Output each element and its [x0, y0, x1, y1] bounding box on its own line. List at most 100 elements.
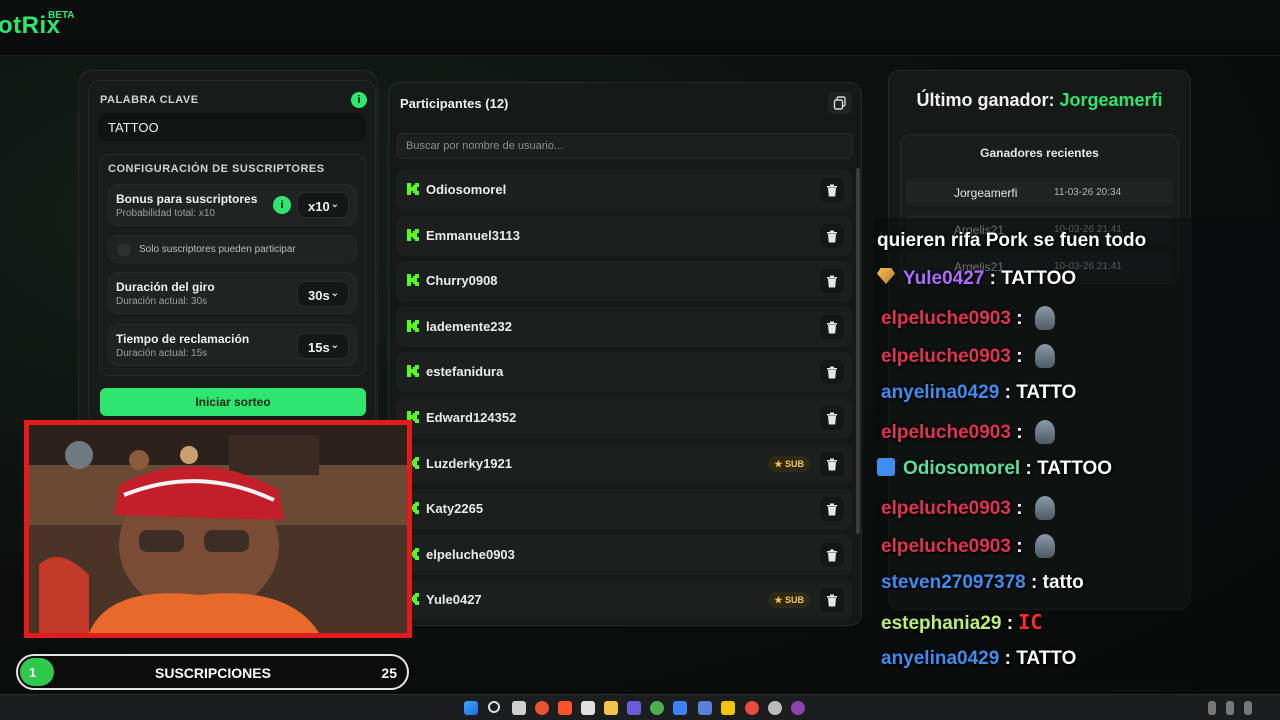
participant-row[interactable]: elpeluche0903 — [396, 534, 852, 575]
participant-row[interactable]: Edward124352 — [396, 398, 852, 438]
chat-username[interactable]: Yule0427 — [903, 268, 984, 289]
app-icon[interactable] — [627, 701, 641, 715]
chat-username[interactable]: elpeluche0903 — [881, 308, 1011, 329]
delete-button[interactable] — [820, 269, 844, 294]
delete-button[interactable] — [820, 223, 844, 248]
keyword-input[interactable]: TATTOO — [99, 113, 365, 141]
chrome-icon[interactable] — [650, 701, 664, 715]
spin-select[interactable]: 30s ⌄ — [297, 281, 349, 307]
info-icon[interactable]: i — [351, 92, 367, 108]
delete-button[interactable] — [820, 314, 844, 339]
chat-text: : — [1016, 422, 1023, 443]
copy-icon — [833, 96, 846, 110]
chat-message: elpeluche0903 : — [877, 496, 1055, 520]
browser-icon[interactable] — [535, 701, 549, 715]
task-view-icon[interactable] — [512, 701, 526, 715]
app-icon[interactable] — [721, 701, 735, 715]
bonus-info-icon[interactable]: i — [273, 196, 291, 214]
participant-row[interactable]: Churry0908 — [396, 261, 852, 302]
bonus-select[interactable]: x10 ⌄ — [297, 192, 349, 218]
participant-row[interactable]: Yule0427 ★ SUB — [396, 580, 852, 621]
participants-scrollbar[interactable] — [856, 168, 860, 534]
chat-message: elpeluche0903 : — [877, 306, 1055, 330]
chat-username[interactable]: elpeluche0903 — [881, 346, 1011, 367]
webcam-frame — [24, 420, 412, 638]
tray-icon[interactable] — [1208, 701, 1216, 715]
delete-button[interactable] — [820, 178, 844, 202]
kick-icon — [407, 183, 419, 195]
sub-badge-label: SUB — [784, 595, 804, 606]
delete-button[interactable] — [820, 451, 844, 476]
participant-name: Churry0908 — [426, 273, 498, 289]
spin-select-value: 30s — [308, 288, 330, 303]
delete-button[interactable] — [820, 542, 844, 567]
calendar-icon[interactable] — [581, 701, 595, 715]
kick-icon — [407, 319, 419, 332]
only-subs-row[interactable]: Solo suscriptores pueden participar — [108, 235, 357, 263]
app-icon[interactable] — [673, 701, 687, 715]
bonus-select-value: x10 — [308, 199, 330, 214]
chat-username[interactable]: anyelina0429 — [881, 648, 999, 669]
delete-button[interactable] — [820, 406, 844, 430]
chat-username[interactable]: elpeluche0903 — [881, 422, 1011, 443]
claim-subtext: Duración actual: 15s — [116, 348, 208, 359]
moderator-badge-icon — [877, 458, 895, 476]
sub-badge: ★ SUB — [768, 592, 810, 609]
kick-icon — [407, 274, 419, 287]
search-icon[interactable] — [488, 701, 500, 713]
brave-icon[interactable] — [558, 701, 572, 715]
search-placeholder: Buscar por nombre de usuario... — [406, 140, 564, 152]
parrot-emote-icon — [1034, 420, 1055, 444]
app-icon[interactable] — [745, 701, 759, 715]
spin-subtext: Duración actual: 30s — [116, 296, 208, 307]
chat-username[interactable]: steven27097378 — [881, 572, 1026, 593]
keyword-label: PALABRA CLAVE — [100, 94, 199, 106]
participant-name: lademente232 — [426, 318, 512, 334]
chat-username[interactable]: estephania29 — [881, 613, 1001, 634]
subs-config-label: CONFIGURACIÓN DE SUSCRIPTORES — [108, 163, 325, 175]
delete-button[interactable] — [820, 497, 844, 522]
participant-row[interactable]: lademente232 — [396, 306, 852, 347]
participant-row[interactable]: estefanidura — [396, 352, 852, 393]
subs-goal-count: 25 — [381, 665, 397, 681]
participant-row[interactable]: Emmanuel3113 — [396, 215, 852, 256]
recent-winners-title: Ganadores recientes — [980, 146, 1099, 160]
claim-select[interactable]: 15s ⌄ — [297, 333, 349, 359]
tray-icon[interactable] — [1226, 701, 1234, 715]
spin-title: Duración del giro — [116, 280, 215, 294]
trash-icon — [827, 458, 837, 471]
participant-search-input[interactable]: Buscar por nombre de usuario... — [397, 133, 853, 159]
participant-name: Odiosomorel — [426, 182, 507, 197]
only-subs-label: Solo suscriptores pueden participar — [139, 244, 296, 255]
participant-name: Katy2265 — [426, 501, 484, 517]
delete-button[interactable] — [820, 588, 844, 613]
participant-row[interactable]: Odiosomorel — [396, 170, 852, 210]
kick-icon — [407, 228, 419, 241]
copy-button[interactable] — [828, 92, 852, 114]
participant-row[interactable]: Luzderky1921 ★ SUB — [396, 443, 852, 484]
folder-icon[interactable] — [604, 701, 618, 715]
chat-text: : — [1016, 536, 1023, 557]
checkbox[interactable] — [118, 244, 130, 256]
top-bar: otRix BETA — [0, 0, 1280, 56]
trash-icon — [827, 594, 837, 607]
chat-username[interactable]: anyelina0429 — [881, 382, 999, 403]
delete-button[interactable] — [820, 360, 844, 385]
tray-icon[interactable] — [1244, 701, 1252, 715]
trash-icon — [827, 230, 837, 243]
start-raffle-button[interactable]: Iniciar sorteo — [100, 388, 366, 416]
chat-text: : TATTOO — [1025, 458, 1113, 479]
app-icon[interactable] — [791, 701, 805, 715]
chat-username[interactable]: Odiosomorel — [903, 458, 1020, 479]
trash-icon — [827, 275, 837, 288]
claim-select-value: 15s — [308, 340, 330, 355]
windows-start-icon[interactable] — [464, 701, 478, 715]
chat-message: elpeluche0903 : — [877, 420, 1055, 444]
chat-text: : tatto — [1031, 572, 1084, 593]
chat-username[interactable]: elpeluche0903 — [881, 498, 1011, 519]
participant-row[interactable]: Katy2265 — [396, 489, 852, 530]
shield-icon[interactable] — [698, 701, 712, 715]
chat-message: anyelina0429 : TATTO — [877, 382, 1076, 404]
settings-icon[interactable] — [768, 701, 782, 715]
chat-username[interactable]: elpeluche0903 — [881, 536, 1011, 557]
